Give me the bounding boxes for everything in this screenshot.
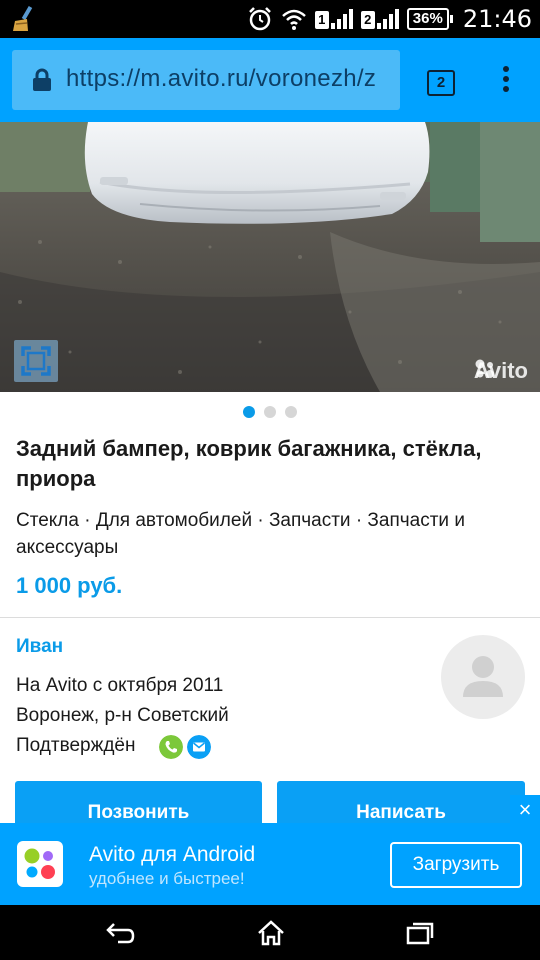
clock: 21:46 [462,5,532,33]
phone-verified-icon [159,735,183,759]
listing-photo[interactable]: Avito [0,122,540,392]
recent-apps-icon[interactable] [404,920,436,946]
avatar[interactable] [441,635,525,719]
avito-app-icon [17,841,63,887]
pagination-dot[interactable] [243,406,255,418]
lock-icon [33,68,51,91]
sim2-signal: 2 [360,9,399,29]
divider [0,617,540,618]
close-icon[interactable]: × [510,795,540,825]
listing-title: Задний бампер, коврик багажника, стёкла,… [16,436,482,491]
seller-since: На Avito с октября 2011 [16,675,224,696]
verified-icons [159,735,211,759]
pagination-dot[interactable] [264,406,276,418]
user-icon [463,656,503,697]
url-text[interactable]: https://m.avito.ru/voronezh/z [66,65,376,93]
bumper-photo-image [0,122,540,392]
signal-icon [376,9,399,29]
alarm-icon [248,7,271,31]
sim2-label: 2 [360,11,375,29]
address-bar[interactable]: https://m.avito.ru/voronezh/z [12,50,400,110]
download-button[interactable]: Загрузить [390,842,522,888]
banner-subtitle: удобнее и быстрее! [89,869,245,888]
home-icon[interactable] [256,920,286,946]
seller-verified: Подтверждён [16,735,136,756]
app-install-banner: × Avito для Android удобнее и быстрее! З… [0,795,540,905]
seller-name[interactable]: Иван [16,636,63,658]
tab-switcher-button[interactable]: 2 [427,70,455,96]
avito-watermark: Avito [474,358,528,384]
avito-logo-icon [475,359,494,378]
email-verified-icon [187,735,211,759]
pagination-dot[interactable] [285,406,297,418]
banner-title: Avito для Android [89,843,256,866]
sim1-signal: 1 [314,9,353,29]
photo-pagination [0,406,540,418]
back-icon[interactable] [104,920,136,946]
signal-icon [330,9,353,29]
listing-category: Стекла · Для автомобилей · Запчасти · За… [16,510,465,558]
broom-icon [13,5,33,31]
browser-toolbar: https://m.avito.ru/voronezh/z 2 [0,38,540,122]
fullscreen-icon[interactable] [14,340,58,382]
overflow-menu-icon[interactable] [494,66,518,98]
battery-icon: 36% [406,8,453,30]
status-bar: 1 2 36% 21:46 [0,0,540,38]
seller-location: Воронеж, р-н Советский [16,705,229,726]
sim1-label: 1 [314,11,329,29]
wifi-icon [281,9,306,30]
system-navigation-bar [0,905,540,960]
listing-price: 1 000 руб. [16,573,123,598]
